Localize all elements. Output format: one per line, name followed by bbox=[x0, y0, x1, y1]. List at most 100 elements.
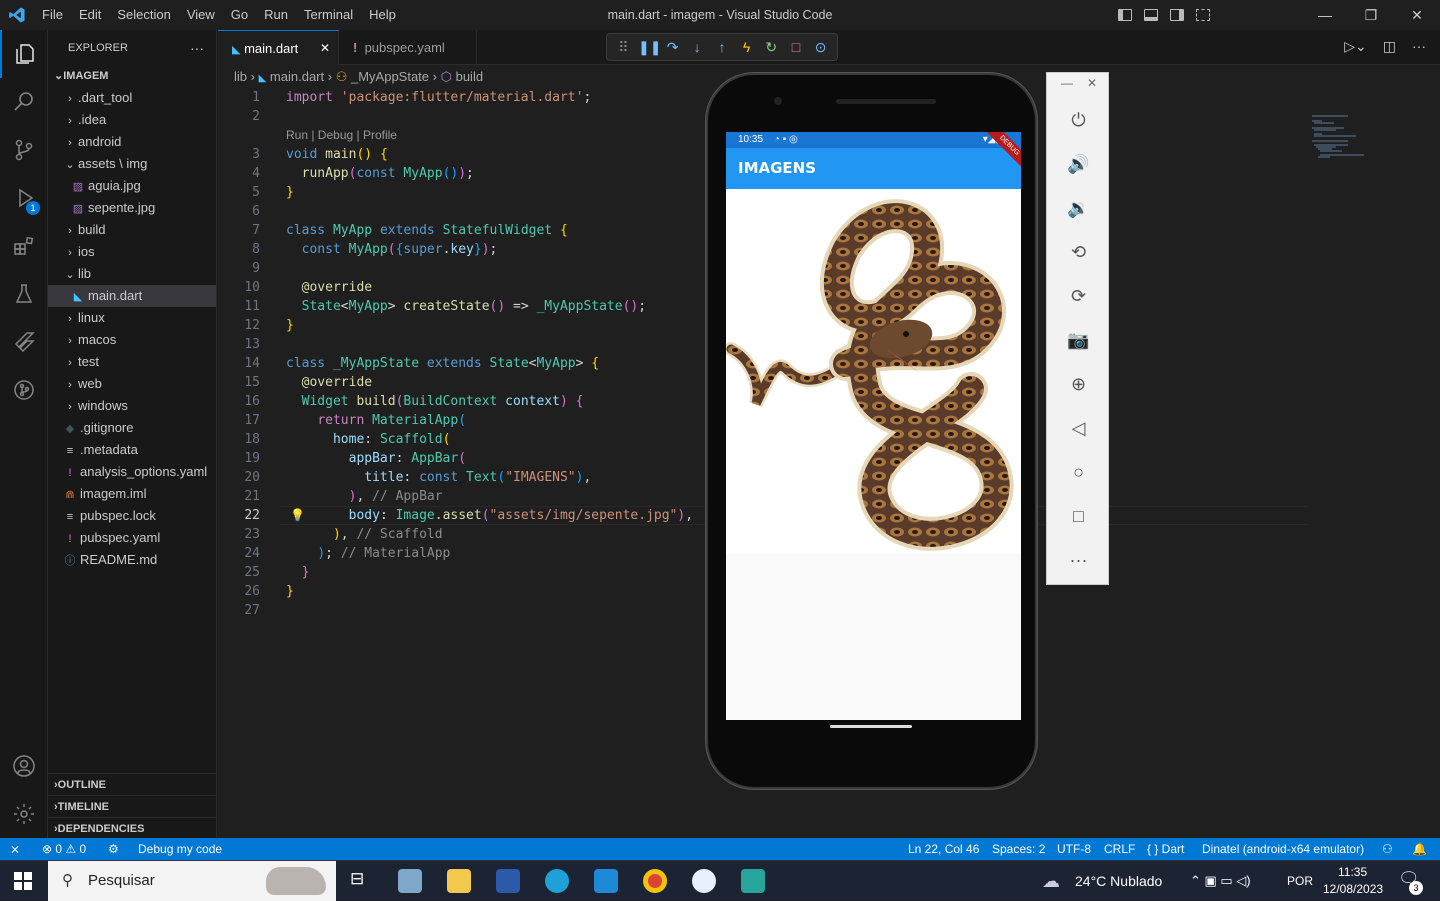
menu-go[interactable]: Go bbox=[223, 0, 256, 30]
emulator-close-button[interactable]: ✕ bbox=[1087, 76, 1097, 90]
back-icon[interactable]: ◁ bbox=[1047, 413, 1110, 443]
tree-item[interactable]: › macos bbox=[48, 329, 216, 351]
tree-item[interactable]: ! analysis_options.yaml bbox=[48, 461, 216, 483]
clock-time[interactable]: 11:35 bbox=[1338, 865, 1367, 879]
explorer-icon[interactable] bbox=[0, 30, 48, 78]
emulator-taskbar-icon[interactable] bbox=[741, 869, 765, 893]
tree-item[interactable]: ≡ .metadata bbox=[48, 439, 216, 461]
tree-item[interactable]: ⋒ imagem.iml bbox=[48, 483, 216, 505]
line-endings[interactable]: CRLF bbox=[1104, 838, 1135, 860]
indentation[interactable]: Spaces: 2 bbox=[992, 838, 1045, 860]
tree-item[interactable]: ⌄ lib bbox=[48, 263, 216, 285]
menu-selection[interactable]: Selection bbox=[109, 0, 178, 30]
testing-icon[interactable] bbox=[0, 270, 48, 318]
taskbar-search[interactable]: ⚲ Pesquisar bbox=[48, 861, 336, 901]
tree-item[interactable]: ≡ pubspec.lock bbox=[48, 505, 216, 527]
chrome-icon[interactable] bbox=[643, 869, 667, 893]
tree-item[interactable]: › ios bbox=[48, 241, 216, 263]
vscode-taskbar-icon[interactable] bbox=[594, 869, 618, 893]
tree-item[interactable]: › linux bbox=[48, 307, 216, 329]
git-graph-icon[interactable] bbox=[0, 366, 48, 414]
menu-edit[interactable]: Edit bbox=[71, 0, 109, 30]
start-button[interactable] bbox=[14, 872, 32, 890]
cursor-position[interactable]: Ln 22, Col 46 bbox=[908, 838, 979, 860]
breadcrumb-file[interactable]: main.dart bbox=[270, 69, 324, 84]
android-studio-icon[interactable] bbox=[692, 869, 716, 893]
more-options-icon[interactable]: ··· bbox=[1047, 545, 1110, 575]
accounts-icon[interactable] bbox=[0, 742, 48, 790]
hot-reload-icon[interactable]: ϟ bbox=[737, 39, 757, 55]
source-control-icon[interactable] bbox=[0, 126, 48, 174]
step-into-icon[interactable]: ↓ bbox=[687, 39, 707, 55]
menu-view[interactable]: View bbox=[179, 0, 223, 30]
drag-handle-icon[interactable]: ⠿ bbox=[613, 39, 633, 56]
remote-icon[interactable]: ⨯ bbox=[10, 838, 20, 860]
input-language[interactable]: POR bbox=[1287, 861, 1313, 901]
volume-down-icon[interactable]: 🔉 bbox=[1047, 193, 1110, 223]
toggle-panel-icon[interactable] bbox=[1144, 9, 1158, 21]
step-over-icon[interactable]: ↷ bbox=[663, 39, 683, 56]
breadcrumb-method[interactable]: build bbox=[456, 69, 483, 84]
flutter-icon[interactable] bbox=[0, 318, 48, 366]
emulator-minimize-button[interactable]: — bbox=[1061, 76, 1073, 90]
debug-config[interactable]: Debug my code bbox=[138, 838, 222, 860]
code-lens-actions[interactable]: Run | Debug | Profile bbox=[286, 126, 397, 145]
devtools-icon[interactable]: ⊙ bbox=[811, 39, 831, 56]
power-icon[interactable]: ⏻ bbox=[1047, 105, 1110, 135]
rotate-right-icon[interactable]: ⟳ bbox=[1047, 281, 1110, 311]
camera-icon[interactable]: 📷 bbox=[1047, 325, 1110, 355]
split-editor-icon[interactable]: ◫ bbox=[1383, 38, 1396, 55]
menu-terminal[interactable]: Terminal bbox=[296, 0, 361, 30]
tree-item[interactable]: ◣ main.dart bbox=[48, 285, 216, 307]
snake-image[interactable] bbox=[726, 189, 1021, 554]
weather-text[interactable]: 24°C Nublado bbox=[1075, 861, 1162, 901]
tree-item[interactable]: › .idea bbox=[48, 109, 216, 131]
minimap[interactable] bbox=[1312, 114, 1372, 164]
clock-date[interactable]: 12/08/2023 bbox=[1323, 882, 1383, 896]
tree-item[interactable]: ! pubspec.yaml bbox=[48, 527, 216, 549]
zoom-icon[interactable]: ⊕ bbox=[1047, 369, 1110, 399]
tree-item[interactable]: › android bbox=[48, 131, 216, 153]
run-debug-dropdown-icon[interactable]: ▷⌄ bbox=[1344, 38, 1367, 55]
breadcrumb-lib[interactable]: lib bbox=[234, 69, 247, 84]
tab-main-dart[interactable]: ◣ main.dart ✕ bbox=[218, 30, 339, 65]
workspace-root[interactable]: ⌄IMAGEM bbox=[48, 65, 216, 87]
minimize-button[interactable]: — bbox=[1302, 0, 1348, 30]
task-view-icon[interactable]: ⊟ bbox=[350, 869, 364, 889]
search-icon[interactable] bbox=[0, 78, 48, 126]
breadcrumb-class[interactable]: _MyAppState bbox=[351, 69, 429, 84]
toggle-primary-sidebar-icon[interactable] bbox=[1118, 9, 1132, 21]
timeline-section[interactable]: ›TIMELINE bbox=[48, 795, 217, 817]
outline-section[interactable]: ›OUTLINE bbox=[48, 773, 217, 795]
step-out-icon[interactable]: ↑ bbox=[712, 39, 732, 55]
rotate-left-icon[interactable]: ⟲ bbox=[1047, 237, 1110, 267]
feedback-icon[interactable]: ⚇ bbox=[1382, 838, 1393, 860]
volume-up-icon[interactable]: 🔊 bbox=[1047, 149, 1110, 179]
tree-item[interactable]: › build bbox=[48, 219, 216, 241]
menu-file[interactable]: File bbox=[34, 0, 71, 30]
problems-indicator[interactable]: ⊗ 0 ⚠ 0 bbox=[42, 838, 86, 860]
explorer-more-button[interactable]: ··· bbox=[190, 40, 204, 56]
close-tab-icon[interactable]: ✕ bbox=[320, 31, 330, 66]
tree-item[interactable]: › .dart_tool bbox=[48, 87, 216, 109]
settings-gear-icon[interactable] bbox=[0, 790, 48, 838]
language-mode[interactable]: { } Dart bbox=[1147, 838, 1184, 860]
restart-icon[interactable]: ↻ bbox=[761, 39, 781, 56]
overview-icon[interactable]: □ bbox=[1047, 501, 1110, 531]
dependencies-section[interactable]: ›DEPENDENCIES bbox=[48, 817, 217, 839]
tray-icons[interactable]: ⌃ ▣ ▭ ◁) bbox=[1190, 861, 1251, 901]
tab-pubspec-yaml[interactable]: ! pubspec.yaml bbox=[339, 30, 477, 65]
powershell-icon[interactable] bbox=[496, 869, 520, 893]
pause-icon[interactable]: ❚❚ bbox=[638, 39, 661, 56]
encoding[interactable]: UTF-8 bbox=[1057, 838, 1091, 860]
tree-item[interactable]: ▨ aguia.jpg bbox=[48, 175, 216, 197]
close-window-button[interactable]: ✕ bbox=[1394, 0, 1440, 30]
extensions-icon[interactable] bbox=[0, 222, 48, 270]
tree-item[interactable]: › windows bbox=[48, 395, 216, 417]
device-selector[interactable]: Dinatel (android-x64 emulator) bbox=[1202, 838, 1364, 860]
file-explorer-icon[interactable] bbox=[447, 869, 471, 893]
stop-icon[interactable]: □ bbox=[786, 39, 806, 55]
menu-help[interactable]: Help bbox=[361, 0, 404, 30]
notifications-bell-icon[interactable]: 🔔 bbox=[1412, 838, 1427, 860]
more-actions-icon[interactable]: ··· bbox=[1412, 38, 1426, 55]
